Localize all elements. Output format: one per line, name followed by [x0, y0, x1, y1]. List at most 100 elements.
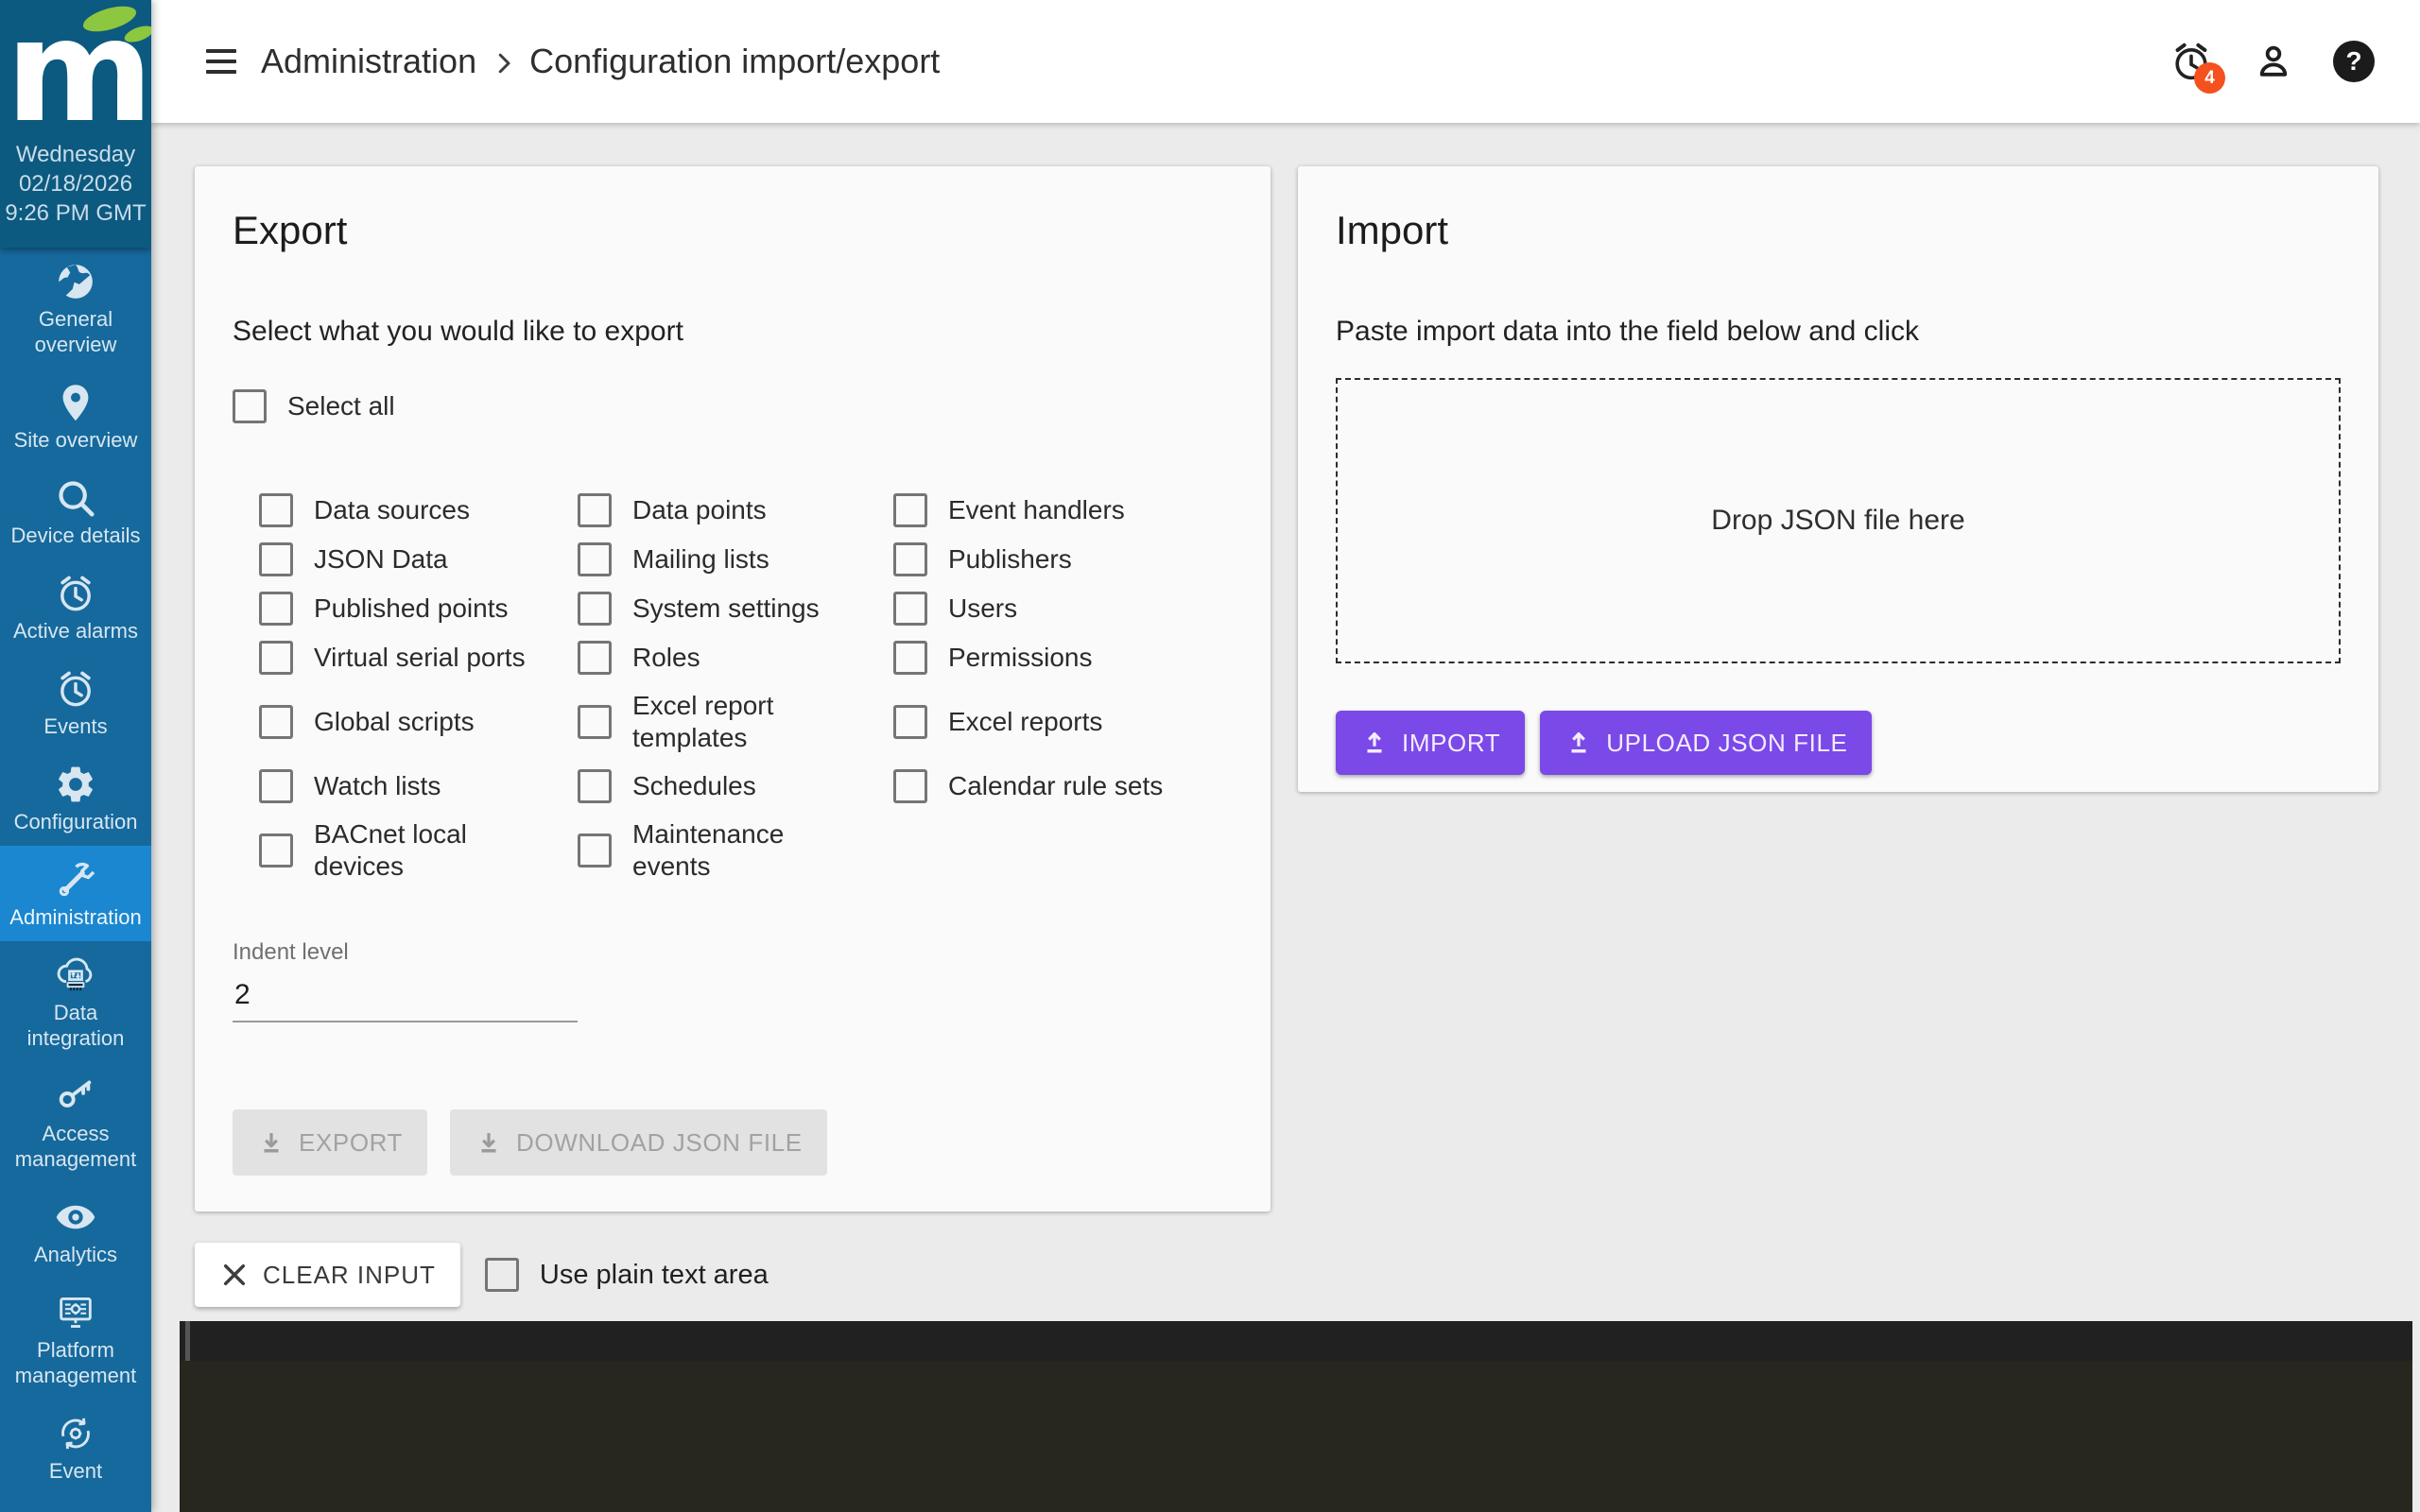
checkbox-label: Publishers [948, 544, 1072, 574]
sidebar-datetime: Wednesday 02/18/2026 9:26 PM GMT [0, 138, 151, 228]
select-all-checkbox[interactable]: Select all [233, 389, 1233, 423]
json-dropzone[interactable]: Drop JSON file here [1336, 378, 2341, 663]
option-checkbox-schedules[interactable]: Schedules [578, 769, 893, 803]
sidebar-item-active-alarms[interactable]: Active alarms [0, 559, 151, 655]
indent-level-input[interactable] [233, 971, 578, 1022]
export-button[interactable]: EXPORT [233, 1109, 428, 1176]
sidebar-item-device-details[interactable]: Device details [0, 464, 151, 559]
checkbox-box [578, 641, 612, 675]
editor-content-area [180, 1361, 2412, 1512]
breadcrumb-section[interactable]: Administration [261, 42, 476, 81]
upload-json-button[interactable]: UPLOAD JSON FILE [1540, 711, 1873, 775]
checkbox-box [578, 833, 612, 868]
indent-level-field: Indent level [233, 939, 1233, 1022]
option-checkbox-json-data[interactable]: JSON Data [259, 542, 578, 576]
option-checkbox-maintenance-events[interactable]: Maintenance events [578, 818, 893, 883]
sidebar-item-events[interactable]: Events [0, 655, 151, 750]
checkbox-label: Data points [632, 495, 767, 524]
search-icon [54, 476, 97, 520]
option-checkbox-watch-lists[interactable]: Watch lists [259, 769, 578, 803]
monitor-gear-icon [54, 1291, 97, 1334]
option-checkbox-bacnet-local-devices[interactable]: BACnet local devices [259, 818, 578, 883]
checkbox-label: Calendar rule sets [948, 771, 1164, 800]
checkbox-box [578, 592, 612, 626]
sidebar: m Wednesday 02/18/2026 9:26 PM GMT Gener… [0, 0, 151, 1512]
indent-level-label: Indent level [233, 939, 349, 965]
option-checkbox-event-handlers[interactable]: Event handlers [893, 493, 1233, 527]
checkbox-label: Roles [632, 643, 700, 672]
checkbox-label: JSON Data [314, 544, 448, 574]
option-checkbox-global-scripts[interactable]: Global scripts [259, 705, 578, 739]
plain-text-area-checkbox[interactable]: Use plain text area [484, 1258, 769, 1292]
option-checkbox-excel-reports[interactable]: Excel reports [893, 705, 1233, 739]
option-checkbox-virtual-serial-ports[interactable]: Virtual serial ports [259, 641, 578, 675]
upload-icon [1571, 732, 1586, 753]
sidebar-item-label: Event [48, 1459, 103, 1483]
checkbox-box [893, 769, 927, 803]
checkbox-label: Virtual serial ports [314, 643, 526, 672]
sidebar-item-configuration[interactable]: Configuration [0, 750, 151, 846]
close-icon [223, 1263, 246, 1286]
active-alarms-button[interactable]: 4 [2167, 37, 2225, 94]
gear-icon [54, 763, 97, 806]
select-all-label: Select all [287, 391, 395, 421]
checkbox-label: Event handlers [948, 495, 1125, 524]
app-root: m Wednesday 02/18/2026 9:26 PM GMT Gener… [0, 0, 2420, 1512]
sidebar-header: m Wednesday 02/18/2026 9:26 PM GMT [0, 0, 151, 248]
sidebar-item-label: Active alarms [12, 619, 139, 643]
option-checkbox-users[interactable]: Users [893, 592, 1233, 626]
option-checkbox-excel-report-templates[interactable]: Excel report templates [578, 690, 893, 754]
checkbox-box [893, 493, 927, 527]
map-pin-icon [54, 381, 97, 424]
option-checkbox-mailing-lists[interactable]: Mailing lists [578, 542, 893, 576]
sidebar-item-platform-management[interactable]: Platform management [0, 1279, 151, 1400]
user-button[interactable] [2250, 38, 2297, 85]
content: Export Select what you would like to exp… [151, 123, 2420, 1512]
export-options-grid: Data sources Data points Event handlers JSO… [259, 493, 1233, 883]
option-checkbox-permissions[interactable]: Permissions [893, 641, 1233, 675]
checkbox-box [578, 769, 612, 803]
option-checkbox-system-settings[interactable]: System settings [578, 592, 893, 626]
upload-json-button-label: UPLOAD JSON FILE [1606, 728, 1848, 757]
help-button[interactable]: ? [2331, 39, 2377, 84]
option-checkbox-publishers[interactable]: Publishers [893, 542, 1233, 576]
option-checkbox-published-points[interactable]: Published points [259, 592, 578, 626]
datetime-date: 02/18/2026 [18, 171, 133, 197]
option-checkbox-data-points[interactable]: Data points [578, 493, 893, 527]
menu-toggle-button[interactable] [200, 43, 242, 79]
sidebar-item-data-integration[interactable]: Data integration [0, 941, 151, 1062]
checkbox-label: BACnet local devices [314, 819, 467, 881]
sidebar-item-site-overview[interactable]: Site overview [0, 369, 151, 464]
sidebar-item-analytics[interactable]: Analytics [0, 1183, 151, 1279]
import-button-label: IMPORT [1402, 728, 1501, 757]
checkbox-box [578, 705, 612, 739]
editor-active-line [180, 1321, 2412, 1361]
checkbox-label: Global scripts [314, 707, 475, 736]
option-checkbox-calendar-rule-sets[interactable]: Calendar rule sets [893, 769, 1233, 803]
sidebar-item-event[interactable]: Event [0, 1400, 151, 1495]
sidebar-item-label: Administration [9, 905, 142, 929]
sidebar-item-general-overview[interactable]: General overview [0, 248, 151, 369]
import-card: Import Paste import data into the field … [1298, 166, 2378, 792]
sidebar-item-label: Device details [10, 524, 141, 547]
mango-logo[interactable]: m [0, 0, 151, 138]
option-checkbox-data-sources[interactable]: Data sources [259, 493, 578, 527]
datetime-time: 9:26 PM GMT [5, 200, 147, 226]
sidebar-item-administration[interactable]: Administration [0, 846, 151, 941]
checkbox-box [259, 592, 293, 626]
alarm-clock-icon [54, 667, 97, 711]
download-json-button[interactable]: DOWNLOAD JSON FILE [450, 1109, 827, 1176]
clear-input-button[interactable]: CLEAR INPUT [195, 1243, 460, 1307]
checkbox-label: Published points [314, 593, 509, 623]
checkbox-box [233, 389, 267, 423]
sidebar-item-label: Analytics [33, 1243, 118, 1266]
sidebar-item-label: Events [43, 714, 108, 738]
checkbox-box [259, 542, 293, 576]
sidebar-item-access-management[interactable]: Access management [0, 1062, 151, 1183]
datetime-weekday: Wednesday [15, 142, 136, 167]
header-actions: 4 ? [2167, 37, 2377, 94]
json-code-editor[interactable] [180, 1321, 2412, 1512]
import-button[interactable]: IMPORT [1336, 711, 1526, 775]
option-checkbox-roles[interactable]: Roles [578, 641, 893, 675]
sidebar-item-label: Data integration [26, 1001, 125, 1050]
